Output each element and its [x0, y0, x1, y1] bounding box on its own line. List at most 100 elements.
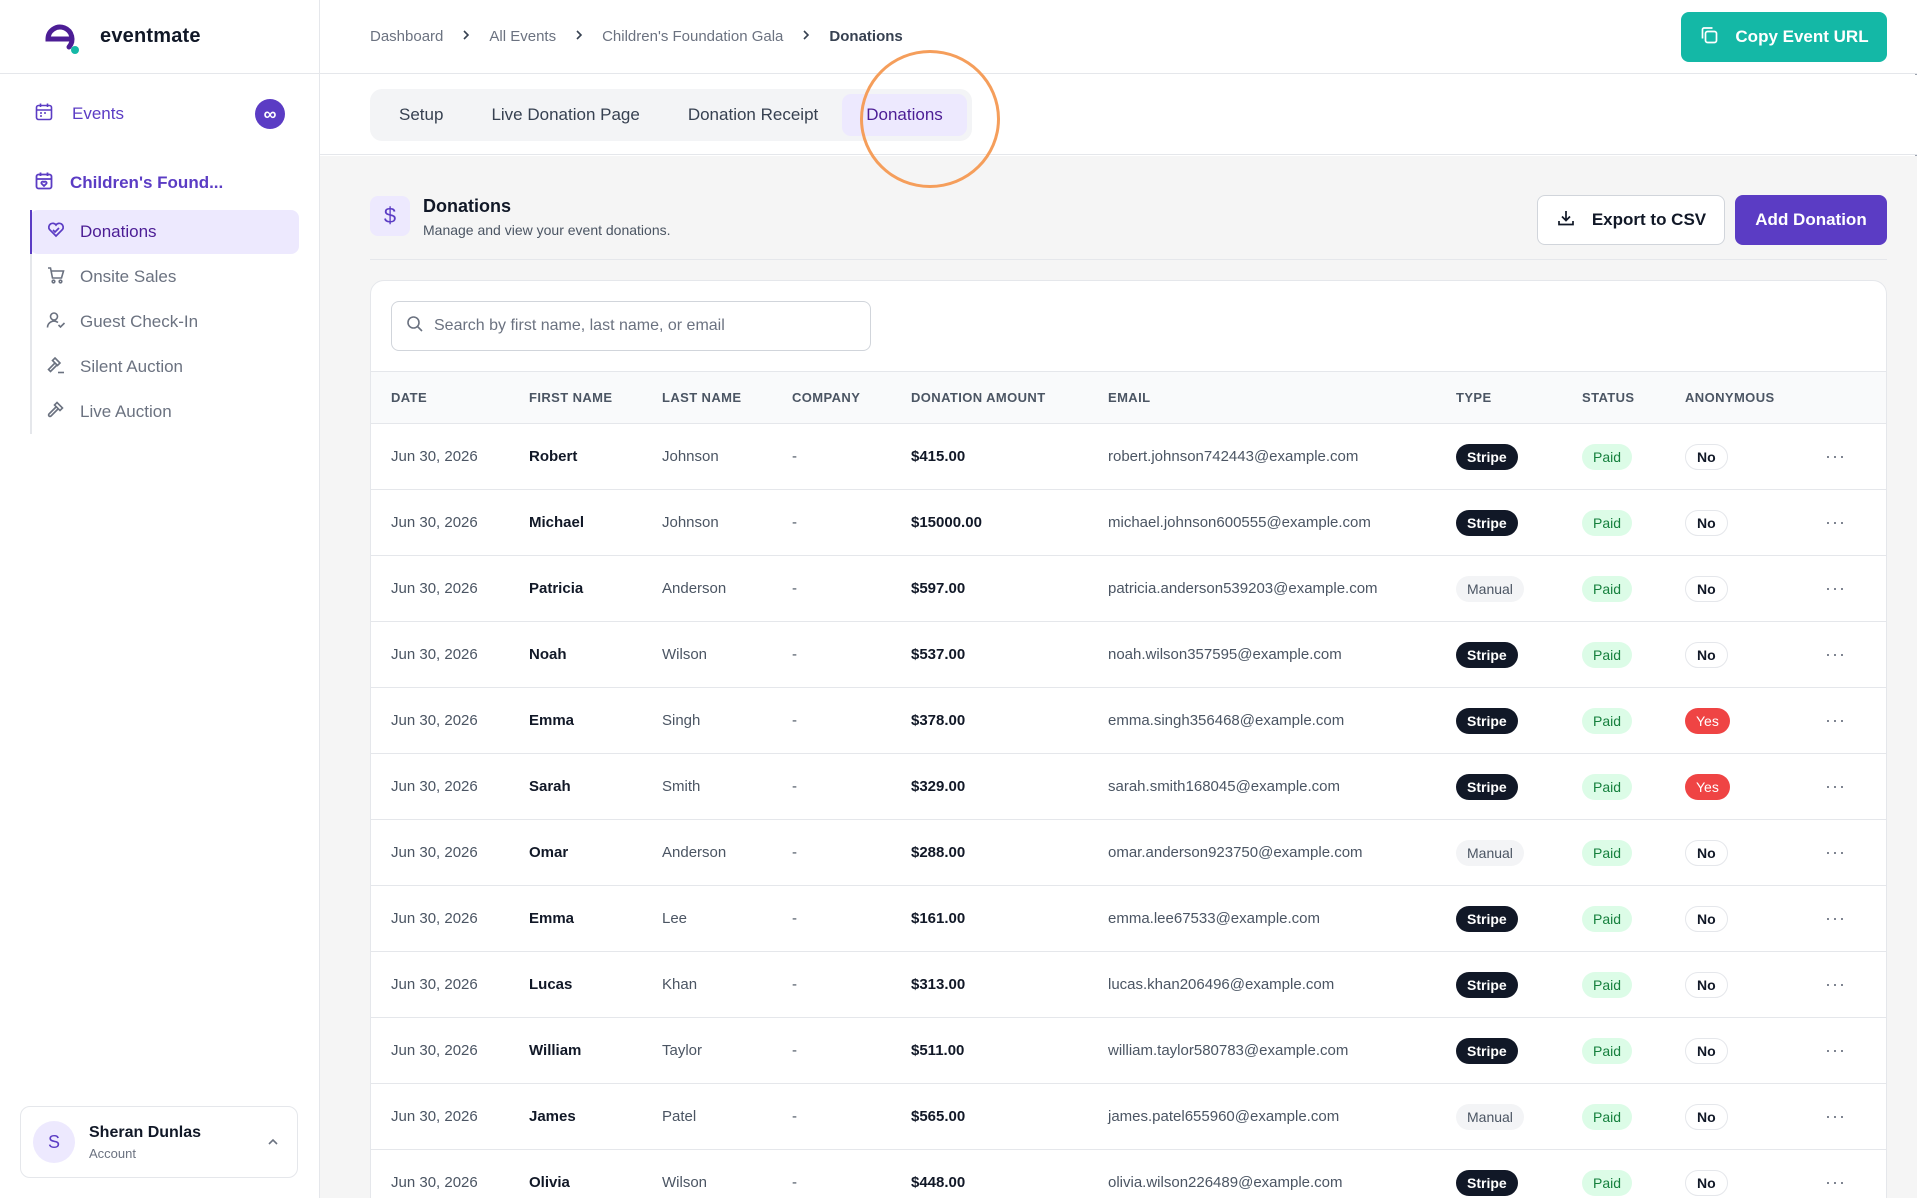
table-row[interactable]: Jun 30, 2026 Robert Johnson - $415.00 robert.…: [371, 424, 1886, 490]
gavel-icon: [46, 355, 66, 380]
cell-status: Paid: [1582, 1150, 1685, 1198]
table-row[interactable]: Jun 30, 2026 Omar Anderson - $288.00 omar.and…: [371, 820, 1886, 886]
search-input[interactable]: [434, 317, 854, 335]
column-header-last-name[interactable]: Last Name: [662, 372, 792, 424]
cell-type: Stripe: [1456, 688, 1582, 754]
tab-live-donation-page[interactable]: Live Donation Page: [467, 94, 663, 136]
donations-table: Date First Name Last Name Company Donati…: [371, 371, 1886, 1198]
sidebar-item-events[interactable]: Events ∞: [0, 78, 319, 150]
cell-donation-amount: $415.00: [911, 448, 966, 465]
copy-event-url-button[interactable]: Copy Event URL: [1681, 12, 1887, 62]
sidebar-item-onsite-sales[interactable]: Onsite Sales: [30, 255, 299, 299]
cell-donation-amount: $161.00: [911, 910, 966, 927]
cell-email: emma.lee67533@example.com: [1108, 910, 1320, 927]
breadcrumb-all-events[interactable]: All Events: [489, 28, 556, 45]
status-badge: Paid: [1582, 971, 1633, 998]
table-row[interactable]: Jun 30, 2026 Emma Lee - $161.00 emma.lee67533…: [371, 886, 1886, 952]
cell-anonymous: No: [1685, 886, 1825, 952]
tabs: Setup Live Donation Page Donation Receip…: [370, 89, 972, 141]
row-actions-menu-icon[interactable]: ···: [1825, 424, 1886, 490]
cell-last-name: Smith: [662, 778, 701, 795]
column-header-first-name[interactable]: First Name: [529, 372, 662, 424]
cell-last-name: Anderson: [662, 844, 727, 861]
table-row[interactable]: Jun 30, 2026 Olivia Wilson - $448.00 olivia.w…: [371, 1150, 1886, 1198]
cell-status: Paid: [1582, 490, 1685, 556]
brand[interactable]: eventmate: [0, 0, 319, 74]
row-actions-menu-icon[interactable]: ···: [1825, 1018, 1886, 1084]
row-actions-menu-icon[interactable]: ···: [1825, 1150, 1886, 1198]
table-row[interactable]: Jun 30, 2026 Emma Singh - $378.00 emma.singh3…: [371, 688, 1886, 754]
breadcrumb-event[interactable]: Children's Foundation Gala: [602, 28, 783, 45]
dollar-icon: $: [370, 196, 410, 236]
table-row[interactable]: Jun 30, 2026 Michael Johnson - $15000.00 mich…: [371, 490, 1886, 556]
cell-company: -: [792, 844, 797, 861]
chevron-up-icon[interactable]: [261, 1130, 285, 1154]
cell-status: Paid: [1582, 1018, 1685, 1084]
cell-company: -: [792, 712, 797, 729]
cell-type: Stripe: [1456, 424, 1582, 490]
sidebar-item-label: Events: [72, 104, 124, 123]
column-header-company[interactable]: Company: [792, 372, 911, 424]
cell-anonymous: No: [1685, 556, 1825, 622]
column-header-date[interactable]: Date: [371, 372, 529, 424]
add-donation-button[interactable]: Add Donation: [1735, 195, 1887, 245]
row-actions-menu-icon[interactable]: ···: [1825, 754, 1886, 820]
cell-date: Jun 30, 2026: [391, 1108, 478, 1125]
cell-last-name: Khan: [662, 976, 698, 993]
column-header-donation-amount[interactable]: Donation Amount: [911, 372, 1108, 424]
breadcrumb-dashboard[interactable]: Dashboard: [370, 28, 443, 45]
row-actions-menu-icon[interactable]: ···: [1825, 886, 1886, 952]
cart-icon: [46, 265, 66, 290]
table-row[interactable]: Jun 30, 2026 James Patel - $565.00 james.pate…: [371, 1084, 1886, 1150]
cell-anonymous: No: [1685, 1150, 1825, 1198]
account-menu[interactable]: S Sheran Dunlas Account: [20, 1106, 298, 1178]
cell-donation-amount: $329.00: [911, 778, 966, 795]
cell-company: -: [792, 976, 797, 993]
cell-email: william.taylor580783@example.com: [1108, 1042, 1349, 1059]
eventmate-logo-icon: [40, 17, 80, 57]
export-csv-button[interactable]: Export to CSV: [1537, 195, 1725, 245]
sidebar-item-live-auction[interactable]: Live Auction: [30, 390, 299, 434]
table-row[interactable]: Jun 30, 2026 Noah Wilson - $537.00 noah.wilso…: [371, 622, 1886, 688]
cell-email: james.patel655960@example.com: [1108, 1108, 1340, 1125]
sidebar-item-label: Silent Auction: [80, 357, 184, 376]
cell-first-name: Omar: [529, 844, 569, 861]
cell-anonymous: No: [1685, 622, 1825, 688]
sidebar-item-silent-auction[interactable]: Silent Auction: [30, 345, 299, 389]
tab-donation-receipt[interactable]: Donation Receipt: [664, 94, 842, 136]
type-badge: Stripe: [1456, 443, 1518, 470]
chevron-right-icon: [801, 28, 811, 45]
row-actions-menu-icon[interactable]: ···: [1825, 688, 1886, 754]
sidebar-event-name[interactable]: Children's Found...: [0, 166, 319, 200]
sidebar-item-guest-check-in[interactable]: Guest Check-In: [30, 300, 299, 344]
status-badge: Paid: [1582, 1169, 1633, 1196]
row-actions-menu-icon[interactable]: ···: [1825, 622, 1886, 688]
row-actions-menu-icon[interactable]: ···: [1825, 1084, 1886, 1150]
tab-setup[interactable]: Setup: [375, 94, 467, 136]
column-header-anonymous[interactable]: Anonymous: [1685, 372, 1825, 424]
page-subtitle: Manage and view your event donations.: [423, 222, 671, 238]
cell-type: Stripe: [1456, 622, 1582, 688]
status-badge: Paid: [1582, 905, 1633, 932]
table-row[interactable]: Jun 30, 2026 Sarah Smith - $329.00 sarah.smit…: [371, 754, 1886, 820]
table-row[interactable]: Jun 30, 2026 Lucas Khan - $313.00 lucas.khan2…: [371, 952, 1886, 1018]
brand-name: eventmate: [100, 25, 201, 47]
column-header-status[interactable]: Status: [1582, 372, 1685, 424]
search-box[interactable]: [391, 301, 871, 351]
cell-status: Paid: [1582, 754, 1685, 820]
table-row[interactable]: Jun 30, 2026 Patricia Anderson - $597.00 patr…: [371, 556, 1886, 622]
type-badge: Stripe: [1456, 707, 1518, 734]
row-actions-menu-icon[interactable]: ···: [1825, 952, 1886, 1018]
tab-donations[interactable]: Donations: [842, 94, 967, 136]
column-header-type[interactable]: Type: [1456, 372, 1582, 424]
anonymous-badge: No: [1685, 1103, 1728, 1130]
row-actions-menu-icon[interactable]: ···: [1825, 820, 1886, 886]
top-bar: Dashboard All Events Children's Foundati…: [320, 0, 1917, 74]
table-row[interactable]: Jun 30, 2026 William Taylor - $511.00 william…: [371, 1018, 1886, 1084]
sidebar-item-donations[interactable]: Donations: [30, 210, 299, 254]
cell-anonymous: No: [1685, 490, 1825, 556]
row-actions-menu-icon[interactable]: ···: [1825, 490, 1886, 556]
cell-email: patricia.anderson539203@example.com: [1108, 580, 1378, 597]
column-header-email[interactable]: Email: [1108, 372, 1456, 424]
row-actions-menu-icon[interactable]: ···: [1825, 556, 1886, 622]
